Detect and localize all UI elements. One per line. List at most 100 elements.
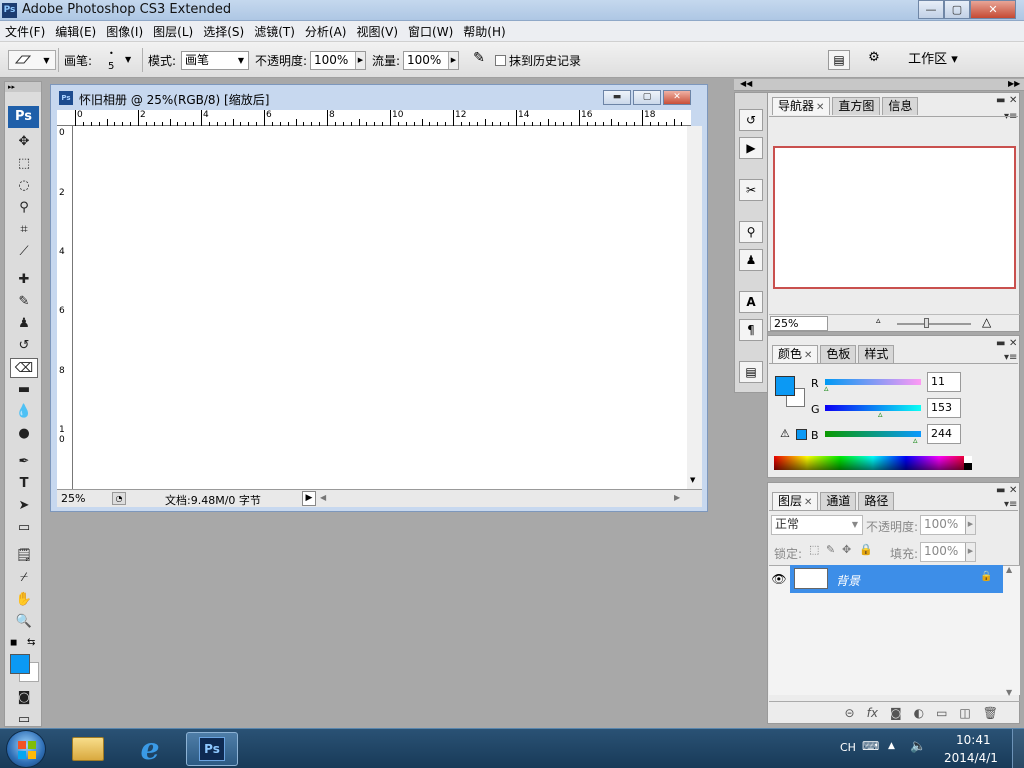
minimize-button[interactable]: — [918,0,944,19]
ramp-white-swatch[interactable] [964,456,972,463]
crop-tool-icon[interactable]: ⌗ [10,220,38,240]
clone-stamp-tool-icon[interactable]: ♟ [10,314,38,334]
scroll-right-icon[interactable]: ▶ [674,493,680,502]
layer-style-icon[interactable]: fx [867,706,878,720]
dodge-tool-icon[interactable]: ● [10,424,38,444]
panel-menu-icon[interactable]: ▾≡ [1004,352,1017,363]
close-icon[interactable]: ✕ [804,497,812,508]
type-tool-icon[interactable]: T [10,474,38,494]
adjustment-layer-icon[interactable]: ◐ [914,706,924,720]
eraser-tool-icon[interactable]: ⌫ [10,358,38,378]
character-panel-icon[interactable]: A [739,291,763,313]
expand-dock-icon[interactable]: ▶▶ [1008,79,1020,88]
bridge-icon[interactable]: ⚙ [860,50,888,70]
panel-menu-icon[interactable]: ▾≡ [1004,499,1017,510]
lock-all-icon[interactable]: 🔒 [859,543,873,556]
keyboard-icon[interactable]: ⌨ [862,739,879,753]
close-icon[interactable]: ✕ [804,350,812,361]
blue-slider[interactable] [825,431,921,437]
hand-tool-icon[interactable]: ✋ [10,590,38,610]
fill-slider-arrow-icon[interactable]: ▶ [965,543,975,561]
menu-help[interactable]: 帮助(H) [458,23,510,40]
menu-window[interactable]: 窗口(W) [403,23,458,40]
green-value-field[interactable]: 153 [927,398,961,418]
photoshop-taskbar-button[interactable]: Ps [186,732,238,766]
maximize-button[interactable]: ▢ [944,0,970,19]
menu-analysis[interactable]: 分析(A) [300,23,352,40]
scroll-down-icon[interactable]: ▼ [1006,688,1012,697]
history-panel-icon[interactable]: ↺ [739,109,763,131]
panel-close-icon[interactable]: ✕ [1009,95,1017,106]
ramp-black-swatch[interactable] [964,463,972,470]
menu-select[interactable]: 选择(S) [198,23,249,40]
tool-presets-panel-icon[interactable]: ✂ [739,179,763,201]
navigator-preview[interactable] [773,146,1016,289]
foreground-color-swatch[interactable] [10,654,30,674]
tab-paths[interactable]: 路径 [858,492,895,510]
flow-slider-arrow-icon[interactable]: ▶ [448,52,458,69]
blur-tool-icon[interactable]: 💧 [10,402,38,422]
panel-minimize-icon[interactable]: ▬ [996,95,1005,106]
document-close-button[interactable]: ✕ [663,90,691,105]
red-slider[interactable] [825,379,921,385]
lock-transparent-icon[interactable]: ⬚ [809,543,819,556]
brush-tool-icon[interactable]: ✎ [10,292,38,312]
gamut-color-swatch[interactable] [796,429,807,440]
healing-brush-tool-icon[interactable]: ✚ [10,270,38,290]
status-menu-arrow-icon[interactable]: ▶ [302,491,316,506]
start-button[interactable] [6,730,46,768]
tab-styles[interactable]: 样式 [858,345,895,363]
green-slider[interactable] [825,405,921,411]
scroll-left-icon[interactable]: ◀ [320,493,326,502]
marquee-tool-icon[interactable]: ⬚ [10,154,38,174]
opacity-field[interactable]: 100% ▶ [310,51,366,70]
panel-close-icon[interactable]: ✕ [1009,485,1017,496]
menu-image[interactable]: 图像(I) [101,23,148,40]
gradient-tool-icon[interactable]: ▬ [10,380,38,400]
tab-layers[interactable]: 图层 ✕ [772,492,819,510]
menu-edit[interactable]: 编辑(E) [50,23,101,40]
link-layers-icon[interactable]: ⊝ [845,706,855,720]
paragraph-panel-icon[interactable]: ¶ [739,319,763,341]
clock-time[interactable]: 10:41 [956,733,991,747]
scroll-down-icon[interactable]: ▼ [690,476,695,484]
scroll-up-icon[interactable]: ▲ [1006,565,1012,574]
tool-preset-picker[interactable]: ▼ [8,50,56,70]
panel-minimize-icon[interactable]: ▬ [996,485,1005,496]
notes-tool-icon[interactable]: 🗒 [10,546,38,566]
menu-layer[interactable]: 图层(L) [148,23,198,40]
new-layer-icon[interactable]: ◫ [959,706,970,720]
visibility-eye-icon[interactable]: 👁 [769,565,789,593]
flow-field[interactable]: 100% ▶ [403,51,459,70]
zoom-slider-thumb[interactable] [924,318,929,328]
tab-color[interactable]: 颜色 ✕ [772,345,819,363]
layer-comps-panel-icon[interactable]: ▤ [739,361,763,383]
blue-slider-thumb[interactable]: ▵ [913,436,918,446]
toolbox-header-icon[interactable]: ▸▸ [5,82,41,92]
swap-colors-icon[interactable]: ⇆ [27,637,35,648]
quick-mask-icon[interactable]: ◙ [10,688,38,708]
zoom-in-icon[interactable]: △ [982,315,991,329]
opacity-slider-arrow-icon[interactable]: ▶ [965,516,975,534]
photoshop-logo-icon[interactable]: Ps [8,106,39,128]
out-of-gamut-warning-icon[interactable]: ⚠ [780,427,790,440]
screen-mode-icon[interactable]: ▭ [10,710,38,730]
zoom-level[interactable]: 25% [61,492,85,505]
menu-filter[interactable]: 滤镜(T) [249,23,300,40]
panel-close-icon[interactable]: ✕ [1009,338,1017,349]
new-group-icon[interactable]: ▭ [936,706,947,720]
status-info-icon[interactable]: ◔ [112,492,126,505]
zoom-slider-track[interactable] [897,323,971,325]
airbrush-icon[interactable]: ✎ [468,50,490,70]
history-brush-tool-icon[interactable]: ↺ [10,336,38,356]
blue-value-field[interactable]: 244 [927,424,961,444]
pen-tool-icon[interactable]: ✒ [10,452,38,472]
layer-opacity-field[interactable]: 100% ▶ [920,515,976,535]
tab-swatches[interactable]: 色板 [820,345,857,363]
brush-picker[interactable]: • 5 ▼ [100,47,140,73]
red-value-field[interactable]: 11 [927,372,961,392]
close-button[interactable]: ✕ [970,0,1016,19]
tab-histogram[interactable]: 直方图 [832,97,881,115]
collapse-dock-icon[interactable]: ◀◀ [740,79,752,88]
tab-info[interactable]: 信息 [882,97,919,115]
